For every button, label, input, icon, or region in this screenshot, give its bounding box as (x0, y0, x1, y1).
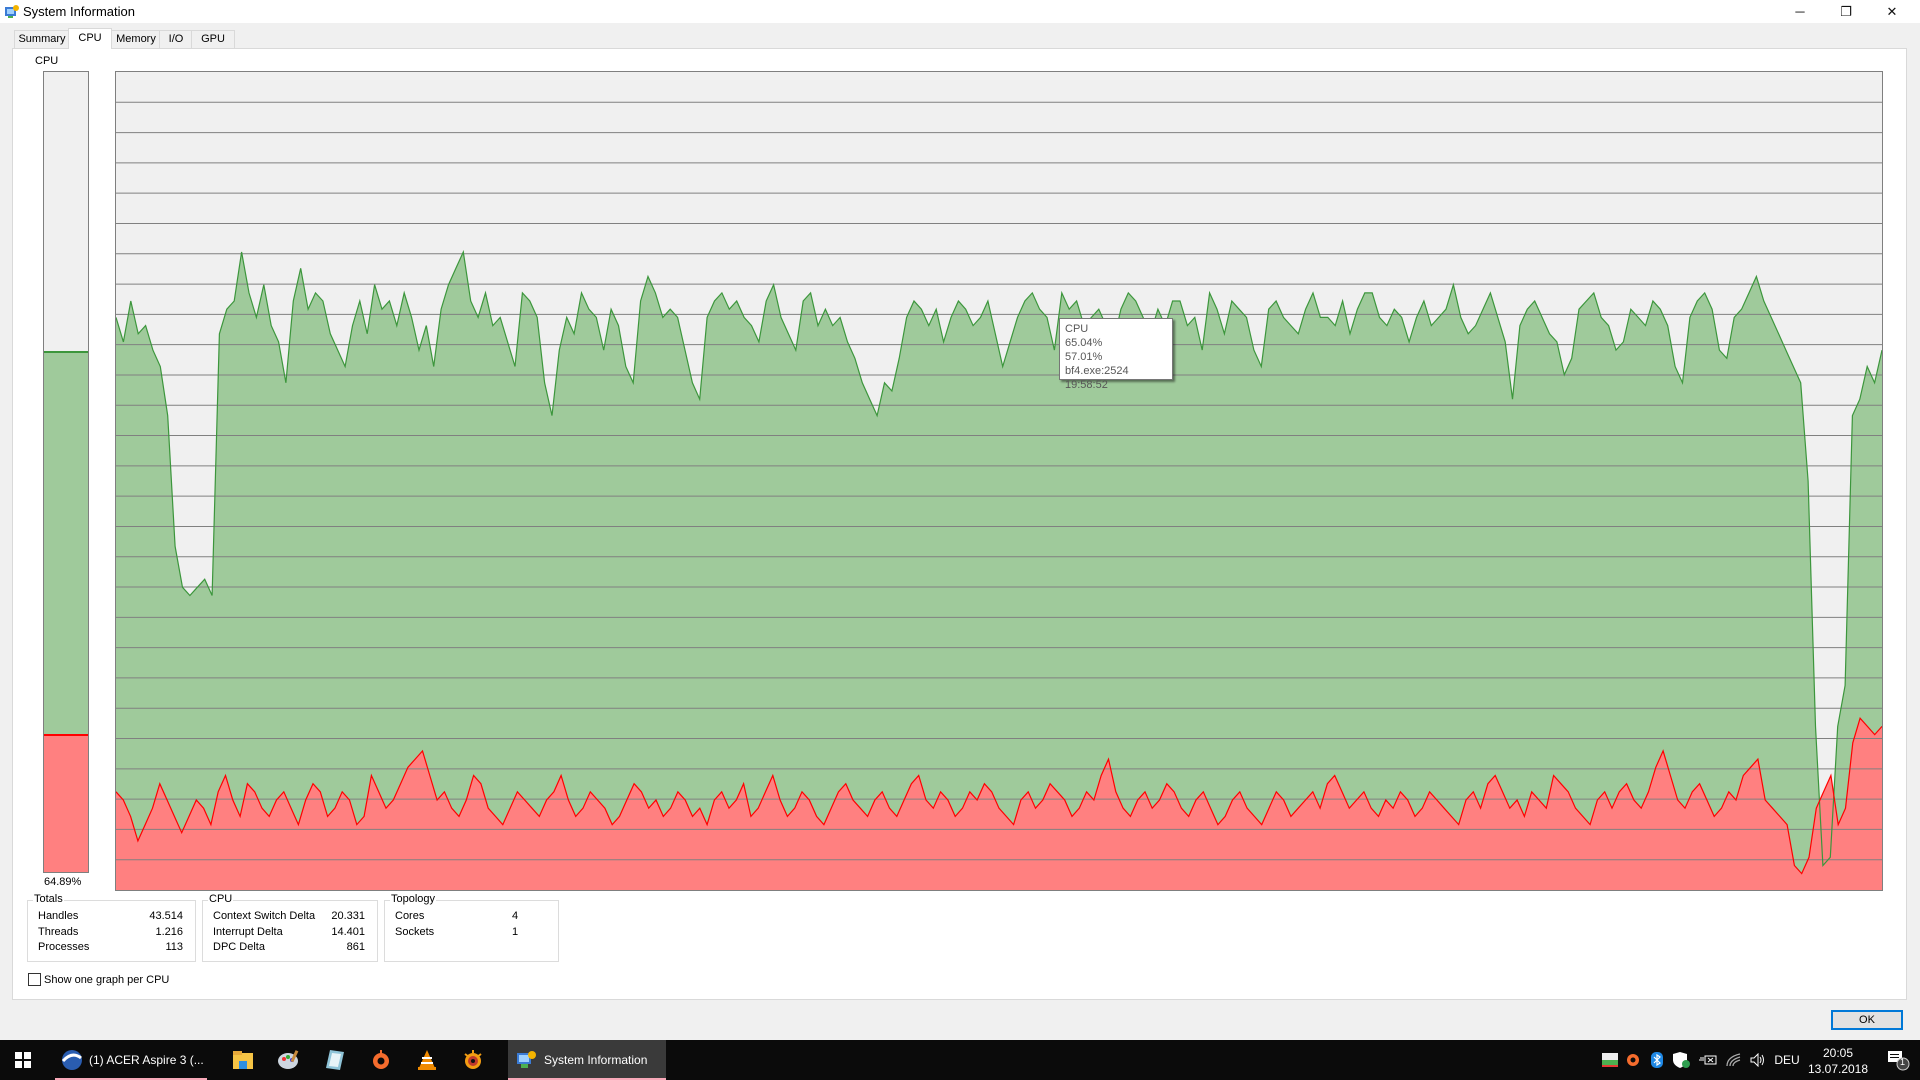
taskbar: (1) ACER Aspire 3 (... System Informatio… (0, 1040, 1920, 1080)
speaker-icon (1750, 1053, 1764, 1067)
xnview-icon (464, 1050, 482, 1069)
tray-power[interactable] (1696, 1040, 1720, 1080)
tooltip-title: CPU (1065, 323, 1089, 335)
cpu-usage-percent: 64.89% (44, 876, 82, 888)
window-title: System Information (23, 4, 135, 19)
power-plug-icon (1699, 1055, 1717, 1065)
notepad-icon (326, 1050, 344, 1070)
handles-value: 43.514 (149, 910, 183, 922)
taskbar-vlc[interactable] (404, 1040, 450, 1080)
cpu-history-graph[interactable] (115, 71, 1883, 891)
tooltip-total: 65.04% (1065, 337, 1103, 349)
taskbar-file-explorer[interactable] (220, 1040, 266, 1080)
file-explorer-icon (233, 1051, 253, 1069)
security-shield-icon (1673, 1052, 1690, 1068)
tab-summary[interactable]: Summary (14, 30, 70, 48)
close-button[interactable]: ✕ (1869, 0, 1915, 23)
tooltip-process: 57.01% bf4.exe:2524 (1065, 351, 1129, 377)
processes-label: Processes (38, 941, 90, 953)
context-switch-value: 20.331 (331, 910, 365, 922)
taskbar-browser-window[interactable]: (1) ACER Aspire 3 (... (55, 1040, 207, 1080)
cpu-history-chart (116, 101, 1882, 890)
tray-defender[interactable] (1670, 1040, 1694, 1080)
tab-io[interactable]: I/O (159, 30, 193, 48)
taskbar-system-information[interactable]: System Information (508, 1040, 666, 1080)
bluetooth-icon (1651, 1052, 1663, 1068)
tray-language[interactable]: DEU (1772, 1040, 1802, 1080)
origin-icon (1627, 1054, 1639, 1066)
tray-bluetooth[interactable] (1646, 1040, 1668, 1080)
browser-icon (61, 1050, 82, 1070)
one-graph-per-cpu-checkbox[interactable] (28, 973, 41, 986)
tab-cpu[interactable]: CPU (68, 28, 112, 49)
one-graph-per-cpu-label: Show one graph per CPU (44, 973, 170, 986)
taskbar-paint[interactable] (266, 1040, 312, 1080)
origin-icon (373, 1050, 389, 1069)
vlc-icon (418, 1050, 436, 1070)
dpc-label: DPC Delta (213, 941, 265, 953)
tray-clock[interactable]: 20:05 13.07.2018 (1800, 1045, 1876, 1077)
action-center-button[interactable]: 1 (1880, 1040, 1916, 1080)
close-icon: ✕ (1886, 3, 1898, 19)
cores-value: 4 (512, 910, 519, 922)
system-information-icon (5, 5, 19, 18)
windows-logo-icon (15, 1052, 31, 1068)
sockets-value: 1 (512, 926, 519, 938)
cpu-usage-bar (43, 71, 89, 873)
tray-origin[interactable] (1622, 1040, 1644, 1080)
minimize-icon: ─ (1795, 4, 1805, 19)
notification-count: 1 (1900, 1057, 1906, 1067)
processes-value: 113 (165, 941, 183, 953)
threads-label: Threads (38, 926, 79, 938)
clock-time: 20:05 (1822, 1046, 1854, 1060)
restore-button[interactable]: ❐ (1823, 0, 1869, 23)
minimize-button[interactable]: ─ (1777, 0, 1823, 23)
topology-group: Topology Cores 4 Sockets 1 (384, 893, 559, 962)
totals-group: Totals Handles 43.514 Threads 1.216 Proc… (27, 893, 196, 962)
tab-gpu[interactable]: GPU (191, 30, 235, 48)
clock-date: 13.07.2018 (1807, 1062, 1869, 1076)
paint-icon (278, 1050, 299, 1069)
cpu-bar-label: CPU (35, 55, 59, 67)
tooltip-time: 19:58:52 (1065, 379, 1108, 391)
restore-icon: ❐ (1840, 3, 1852, 19)
ok-button[interactable]: OK (1831, 1010, 1903, 1030)
cpu-kernel-fill (44, 734, 88, 872)
handles-label: Handles (38, 910, 79, 922)
cpu-stats-group: CPU Context Switch Delta 20.331 Interrup… (202, 893, 378, 962)
cpu-stats-title: CPU (208, 893, 234, 905)
graph-tooltip: CPU 65.04% 57.01% bf4.exe:2524 19:58:52 (1059, 318, 1173, 391)
taskbar-notepad[interactable] (312, 1040, 358, 1080)
taskbar-system-information-label: System Information (544, 1053, 648, 1067)
totals-title: Totals (33, 893, 64, 905)
taskbar-origin[interactable] (358, 1040, 404, 1080)
context-switch-label: Context Switch Delta (213, 910, 316, 922)
topology-title: Topology (390, 893, 437, 905)
cpu-monitor-icon (1602, 1053, 1618, 1067)
dpc-value: 861 (346, 941, 365, 953)
one-graph-per-cpu-option[interactable]: Show one graph per CPU (28, 973, 169, 986)
start-button[interactable] (0, 1040, 46, 1080)
taskbar-browser-label: (1) ACER Aspire 3 (... (89, 1053, 204, 1067)
sockets-label: Sockets (395, 926, 435, 938)
cores-label: Cores (395, 910, 425, 922)
interrupt-value: 14.401 (331, 926, 365, 938)
tray-network[interactable] (1722, 1040, 1746, 1080)
title-bar: System Information ─ ❐ ✕ (0, 0, 1920, 23)
tab-memory[interactable]: Memory (111, 30, 161, 48)
tray-cpu-monitor[interactable] (1600, 1040, 1620, 1080)
threads-value: 1.216 (155, 926, 183, 938)
interrupt-label: Interrupt Delta (213, 926, 283, 938)
tray-volume[interactable] (1746, 1040, 1770, 1080)
wifi-icon (1726, 1053, 1741, 1067)
taskbar-xnview[interactable] (450, 1040, 496, 1080)
system-information-icon (517, 1051, 536, 1068)
notification-icon (1888, 1051, 1910, 1071)
